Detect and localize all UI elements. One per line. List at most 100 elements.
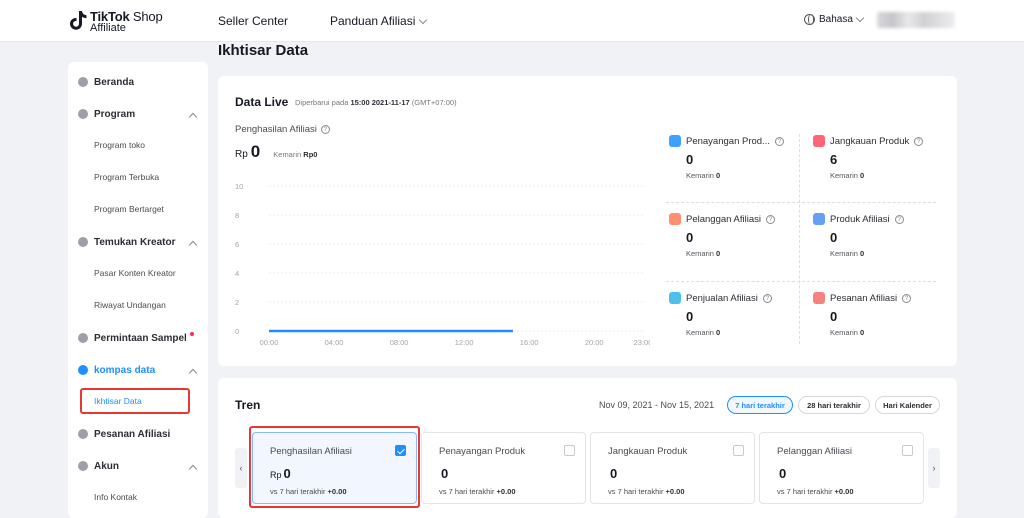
sidebar-item-info-kontak[interactable]: Info Kontak [68,485,208,509]
eye-icon [669,135,681,147]
trend-card-value: 0 [441,466,449,481]
chevron-down-icon [855,13,865,23]
stat-label: Pesanan Afiliasi [830,292,898,304]
sidebar-item-beranda[interactable]: Beranda [68,70,208,94]
y-tick-label: 2 [235,298,239,307]
stat-pelanggan-afiliasi[interactable]: Pelanggan Afiliasi? 0 Kemarin 0 [669,213,799,283]
sidebar-item-riwayat-undangan[interactable]: Riwayat Undangan [68,293,208,317]
help-icon[interactable]: ? [914,136,924,146]
help-icon[interactable]: ? [902,293,912,303]
top-bar: TikTok Shop Affiliate Seller Center Pand… [0,0,1024,42]
pill-hari-kalender[interactable]: Hari Kalender [875,396,940,414]
trend-card-delta: +0.00 [496,487,516,496]
stat-pesanan-afiliasi[interactable]: Pesanan Afiliasi? 0 Kemarin 0 [813,292,943,362]
x-tick-label: 16:00 [520,338,539,347]
pill-7-hari[interactable]: 7 hari terakhir [727,396,793,414]
prev-arrow-button[interactable]: ‹ [235,448,247,488]
trend-card-name: Jangkauan Produk [608,446,688,457]
sidebar-item-program-terbuka[interactable]: Program Terbuka [68,165,208,189]
kemarin-label: Kemarin [686,171,714,180]
pill-28-hari[interactable]: 28 hari terakhir [798,396,870,414]
tiktok-shop-affiliate-logo[interactable]: TikTok Shop Affiliate [68,8,168,36]
metric-number: 0 [250,142,261,161]
sidebar-item-program-toko[interactable]: Program toko [68,133,208,157]
metric-label-text: Penghasilan Afiliasi [235,124,317,135]
stat-label: Pelanggan Afiliasi [686,213,761,225]
nav-panduan-afiliasi[interactable]: Panduan Afiliasi [330,14,428,28]
reach-icon [813,135,825,147]
sidebar-item-permintaan-sampel[interactable]: Permintaan Sampel [68,326,208,350]
kemarin-value: 0 [860,249,865,258]
stat-yesterday: Kemarin 0 [686,328,720,337]
sales-chart-icon [669,292,681,304]
stat-penjualan-afiliasi[interactable]: Penjualan Afiliasi? 0 Kemarin 0 [669,292,799,362]
kemarin-label: Kemarin [830,249,858,258]
stat-yesterday: Kemarin 0 [686,249,720,258]
sidebar-item-label: Program Terbuka [94,172,160,182]
help-icon[interactable]: ? [894,214,904,224]
sidebar-item-program[interactable]: Program [68,102,208,126]
trend-card-jangkauan-produk[interactable]: Jangkauan Produk 0 vs 7 hari terakhir +0… [590,432,755,504]
language-label: Bahasa [819,14,853,25]
stat-yesterday: Kemarin 0 [686,171,720,180]
sidebar-item-label: Riwayat Undangan [94,300,166,310]
trend-card-compare: vs 7 hari terakhir [439,487,495,496]
stat-value: 0 [686,152,694,167]
sidebar-item-pasar-konten-kreator[interactable]: Pasar Konten Kreator [68,261,208,285]
sidebar-item-akun[interactable]: Akun [68,454,208,478]
trend-card-compare: vs 7 hari terakhir [608,487,664,496]
stat-jangkauan-produk[interactable]: Jangkauan Produk? 6 Kemarin 0 [813,135,943,205]
highlight-box [80,388,190,414]
compass-icon [78,365,88,375]
sidebar-item-program-bertarget[interactable]: Program Bertarget [68,197,208,221]
metric-label: Penghasilan Afiliasi ? [235,124,330,135]
chevron-up-icon [188,112,198,122]
kemarin-label: Kemarin [830,171,858,180]
updated-time: 15:00 2021-11-17 [350,98,410,107]
sidebar: Beranda Program Program toko Program Ter… [68,62,208,518]
trend-card-penayangan-produk[interactable]: Penayangan Produk 0 vs 7 hari terakhir +… [421,432,586,504]
trend-card-delta: +0.00 [834,487,854,496]
help-icon[interactable]: ? [320,125,330,134]
nav-seller-center[interactable]: Seller Center [218,14,288,28]
kemarin-value: 0 [716,249,721,258]
x-tick-label: 23:00 [634,338,650,347]
chevron-down-icon [419,15,428,24]
checkbox[interactable] [564,445,575,456]
stat-penayangan-produk[interactable]: Penayangan Prod...? 0 Kemarin 0 [669,135,799,205]
help-icon[interactable]: ? [774,136,784,146]
sidebar-item-kompas-data[interactable]: kompas data [68,358,208,382]
updated-timestamp: Diperbarui pada 15:00 2021-11-17 (GMT+07… [295,98,457,107]
sidebar-item-label: kompas data [94,364,156,376]
stat-value: 0 [830,309,838,324]
user-account-blurred[interactable] [877,12,955,28]
home-icon [78,77,88,87]
kemarin-label: Kemarin [273,150,302,159]
next-arrow-button[interactable]: › [928,448,940,488]
y-tick-label: 8 [235,211,239,220]
checkbox[interactable] [902,445,913,456]
stat-produk-afiliasi[interactable]: Produk Afiliasi? 0 Kemarin 0 [813,213,943,283]
help-icon[interactable]: ? [762,293,772,303]
customer-icon [669,213,681,225]
trend-card-value: 0 [779,466,787,481]
stat-value: 0 [686,309,694,324]
sidebar-item-temukan-kreator[interactable]: Temukan Kreator [68,230,208,254]
date-range[interactable]: Nov 09, 2021 - Nov 15, 2021 [599,400,714,410]
notification-dot [189,332,194,336]
live-line-chart: 0 2 4 6 8 10 00:00 04:00 08:00 12:00 16:00 20:00 23… [235,182,650,347]
help-icon[interactable]: ? [766,214,775,224]
x-tick-label: 12:00 [455,338,474,347]
checkbox[interactable] [733,445,744,456]
page-title: Ikhtisar Data [218,42,309,59]
stat-value: 0 [830,230,838,245]
kemarin-value: 0 [716,171,721,180]
program-icon [78,109,88,119]
sidebar-item-pesanan-afiliasi[interactable]: Pesanan Afiliasi [68,422,208,446]
yesterday-compare: Kemarin Rp0 [273,150,317,159]
stat-yesterday: Kemarin 0 [830,171,864,180]
stats-vertical-divider [799,134,800,344]
trend-card-pelanggan-afiliasi[interactable]: Pelanggan Afiliasi 0 vs 7 hari terakhir … [759,432,924,504]
language-selector[interactable]: Bahasa [804,13,865,25]
chevron-up-icon [188,240,198,250]
